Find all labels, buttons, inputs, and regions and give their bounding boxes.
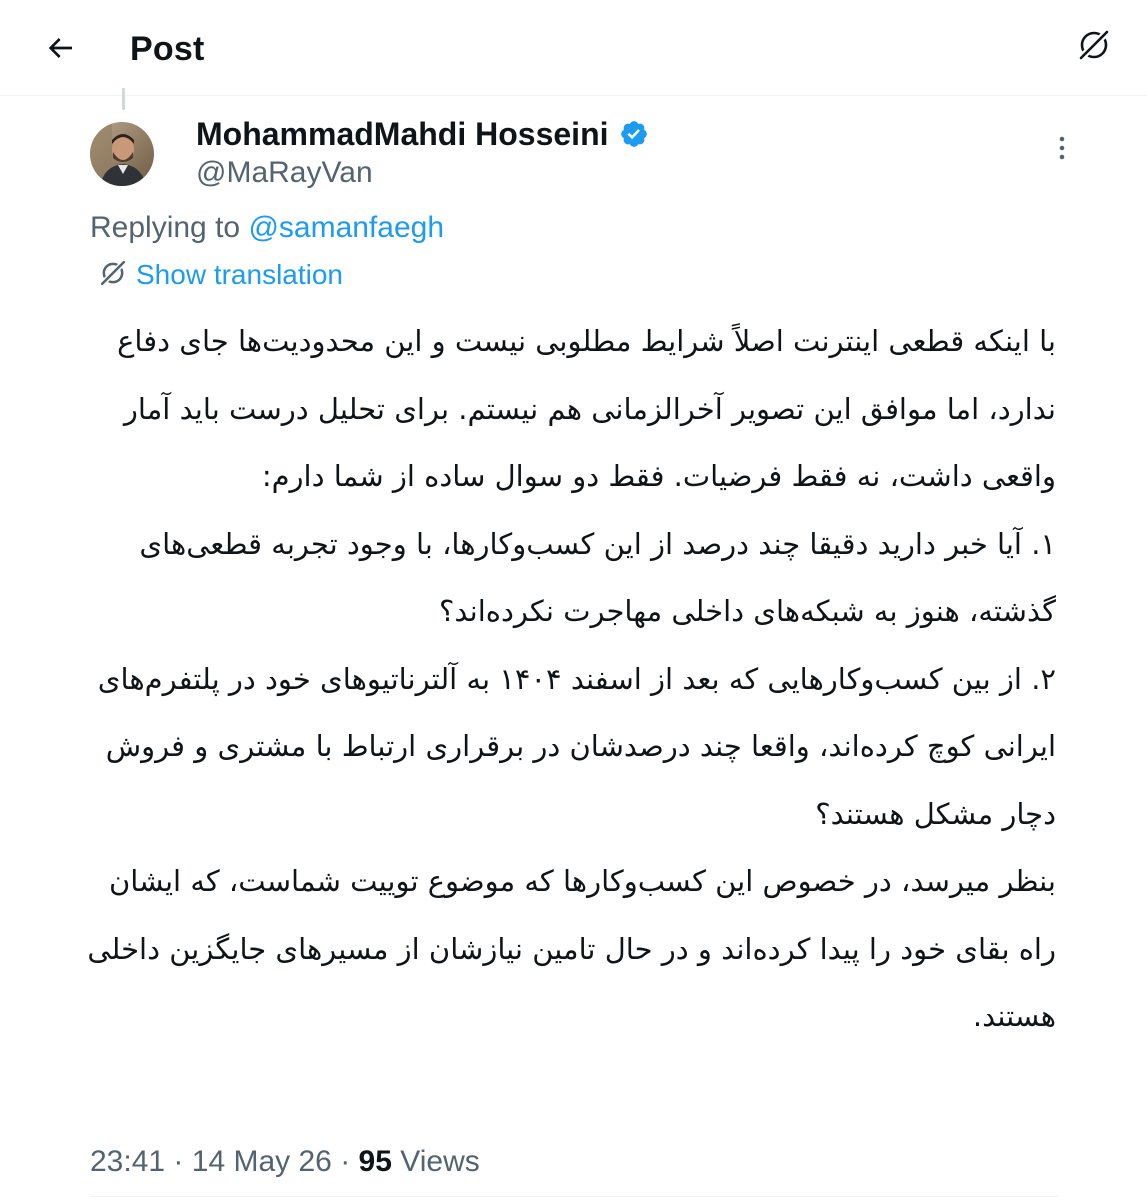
more-options-button[interactable] [1046, 132, 1078, 168]
tweet-paragraph: بنظر میرسد، در خصوص این کسب‌وکارها که مو… [87, 864, 1056, 1033]
show-translation-label[interactable]: Show translation [136, 256, 343, 294]
tweet-paragraph: ۲. از بین کسب‌وکارهایی که بعد از اسفند ۱… [97, 661, 1056, 831]
post-time[interactable]: 23:41 [90, 1145, 165, 1178]
tweet-paragraph: ۱. آیا خبر دارید دقیقا چند درصد از این ک… [139, 526, 1056, 629]
thread-connector [122, 88, 125, 110]
reply-mention-link[interactable]: @samanfaegh [248, 211, 444, 244]
meta-separator: · [173, 1145, 184, 1178]
tweet-metadata: 23:41 · 14 May 26 · 95 Views [90, 1142, 480, 1182]
page-title: Post [130, 30, 205, 68]
show-translation-link[interactable]: Show translation [98, 256, 343, 294]
replying-to-label: Replying to [90, 211, 241, 244]
views-count: 95 [358, 1145, 392, 1178]
post-date[interactable]: 14 May 26 [192, 1145, 332, 1178]
top-bar: Post [0, 0, 1147, 96]
translate-button[interactable] [1071, 24, 1117, 70]
back-button[interactable] [36, 26, 84, 74]
author-name[interactable]: MohammadMahdi Hosseini [196, 114, 609, 154]
more-vertical-icon [1058, 135, 1066, 166]
verified-badge-icon [619, 119, 649, 149]
replying-to: Replying to @samanfaegh [90, 208, 444, 248]
author-handle[interactable]: @MaRayVan [196, 154, 373, 192]
avatar[interactable] [90, 122, 154, 186]
tweet-paragraph: با اینکه قطعی اینترنت اصلاً شرایط مطلوبی… [117, 324, 1056, 493]
grok-translate-icon [98, 258, 128, 293]
views-label: Views [400, 1145, 480, 1178]
arrow-left-icon [44, 32, 76, 69]
meta-separator: · [340, 1145, 351, 1178]
divider [90, 1196, 1058, 1197]
tweet-text: با اینکه قطعی اینترنت اصلاً شرایط مطلوبی… [86, 308, 1056, 1051]
author-name-row[interactable]: MohammadMahdi Hosseini [196, 114, 649, 154]
grok-translate-icon [1076, 27, 1112, 68]
